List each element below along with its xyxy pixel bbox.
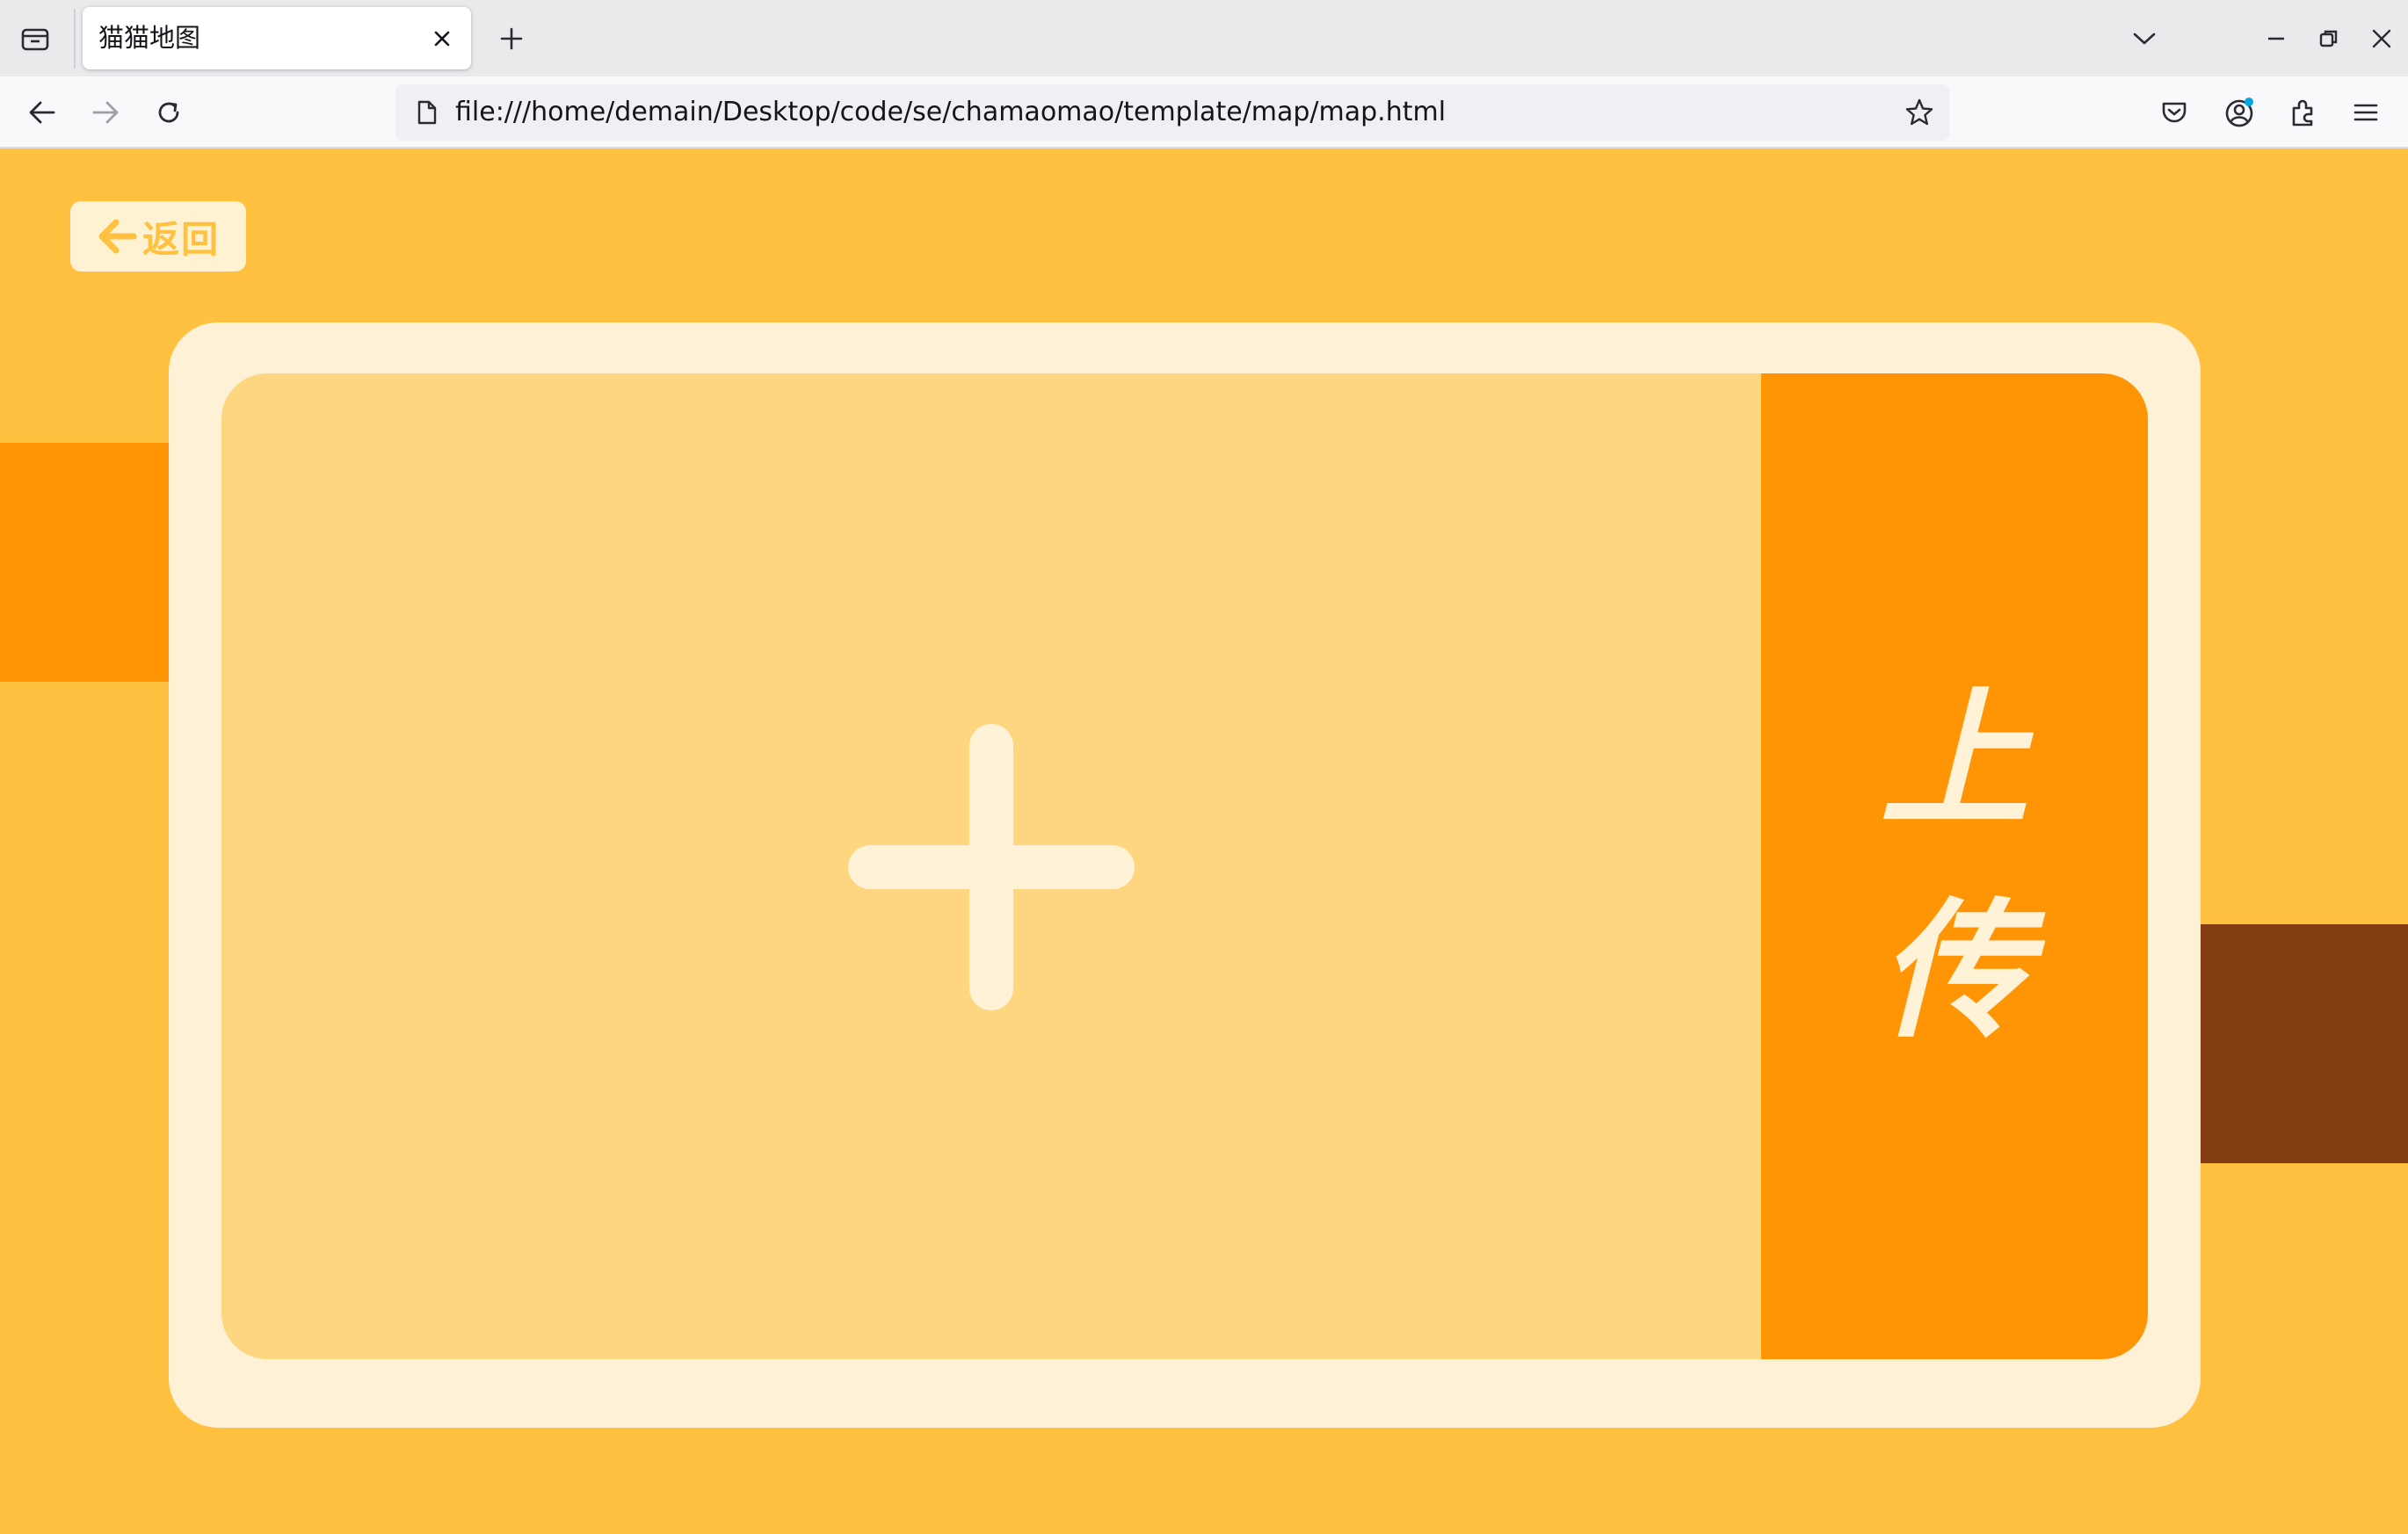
account-button[interactable] bbox=[2216, 90, 2262, 135]
tab-strip: 猫猫地图 bbox=[0, 0, 2408, 76]
reload-icon bbox=[158, 102, 179, 123]
upload-button-char-1: 上 bbox=[1879, 674, 2029, 848]
back-button[interactable]: 返回 bbox=[70, 201, 246, 271]
upload-button[interactable]: 上 传 bbox=[1761, 373, 2148, 1359]
upload-button-char-2: 传 bbox=[1879, 885, 2029, 1059]
page-content: 返回 上 传 bbox=[0, 148, 2408, 1534]
url-bar[interactable]: file:///home/demain/Desktop/code/se/cham… bbox=[395, 84, 1949, 141]
back-button-label: 返回 bbox=[141, 217, 220, 261]
chevron-down-icon bbox=[2133, 33, 2156, 45]
close-icon bbox=[2372, 29, 2391, 48]
upload-card: 上 传 bbox=[169, 322, 2201, 1428]
active-tab[interactable]: 猫猫地图 bbox=[83, 7, 471, 69]
firefox-view-icon bbox=[21, 28, 49, 51]
restore-icon bbox=[2319, 30, 2338, 47]
navigation-toolbar: file:///home/demain/Desktop/code/se/cham… bbox=[0, 76, 2408, 148]
decorative-stripe-right bbox=[2197, 924, 2408, 1163]
image-drop-zone[interactable] bbox=[221, 373, 1761, 1359]
hamburger-menu-icon bbox=[2354, 104, 2378, 121]
extensions-button[interactable] bbox=[2280, 90, 2325, 135]
arrow-left-icon bbox=[98, 219, 137, 254]
forward-nav-button[interactable] bbox=[83, 90, 128, 135]
tab-close-button[interactable] bbox=[425, 22, 459, 55]
page-icon bbox=[411, 97, 443, 128]
plus-icon-vertical bbox=[969, 724, 1013, 1010]
account-icon bbox=[2225, 98, 2253, 127]
url-text[interactable]: file:///home/demain/Desktop/code/se/cham… bbox=[455, 84, 1446, 141]
close-icon bbox=[434, 31, 450, 47]
new-tab-button[interactable] bbox=[490, 18, 533, 60]
tab-separator bbox=[74, 9, 76, 69]
arrow-right-icon bbox=[92, 101, 119, 124]
tab-title: 猫猫地图 bbox=[98, 23, 201, 53]
firefox-view-button[interactable] bbox=[12, 18, 58, 60]
upload-area: 上 传 bbox=[221, 373, 2148, 1359]
list-all-tabs-button[interactable] bbox=[2123, 18, 2165, 60]
plus-icon bbox=[500, 27, 523, 50]
puzzle-icon bbox=[2292, 99, 2313, 127]
bookmark-star-button[interactable] bbox=[1902, 95, 1937, 130]
window-close-button[interactable] bbox=[2361, 18, 2403, 60]
arrow-left-icon bbox=[29, 101, 55, 124]
app-menu-button[interactable] bbox=[2343, 90, 2389, 135]
star-icon bbox=[1905, 98, 1933, 126]
restore-button[interactable] bbox=[2308, 18, 2350, 60]
minimize-icon bbox=[2268, 37, 2284, 40]
minimize-button[interactable] bbox=[2255, 18, 2297, 60]
back-nav-button[interactable] bbox=[19, 90, 65, 135]
pocket-button[interactable] bbox=[2151, 90, 2197, 135]
pocket-icon bbox=[2162, 102, 2187, 123]
decorative-stripe-left bbox=[0, 443, 170, 682]
reload-button[interactable] bbox=[146, 90, 192, 135]
